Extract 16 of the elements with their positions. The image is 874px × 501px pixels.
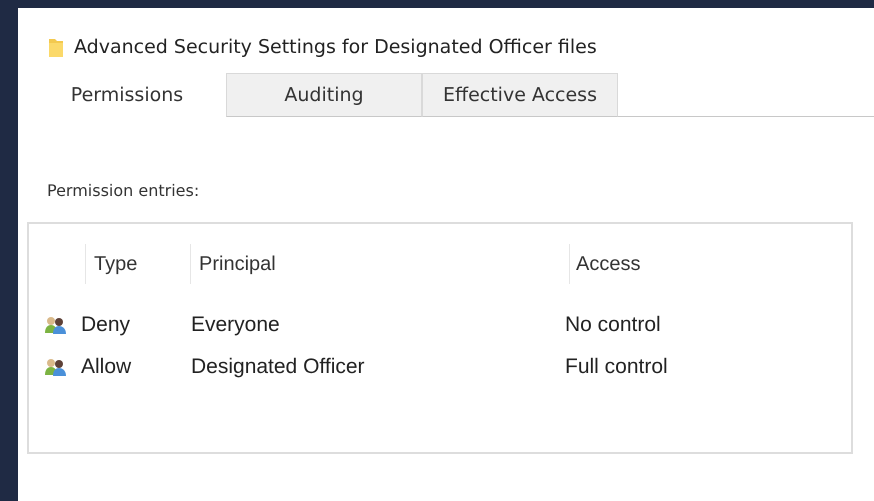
column-header[interactable]: Principal	[190, 244, 569, 284]
section-label: Permission entries:	[47, 181, 200, 200]
column-header[interactable]: Type	[85, 244, 190, 284]
users-icon	[45, 358, 67, 376]
window-title: Advanced Security Settings for Designated Officer files	[74, 36, 597, 58]
table-cell: No control	[565, 313, 661, 337]
table-cell-text: Deny	[81, 313, 132, 337]
tab[interactable]: Auditing	[226, 73, 422, 117]
tab[interactable]: Effective Access	[422, 73, 618, 117]
table-cell-text: Designated Officer	[191, 355, 366, 379]
table-cell-text: Everyone	[191, 313, 281, 337]
table-cell-text: Allow	[81, 355, 132, 379]
folder-icon	[48, 36, 64, 58]
table-cell: Full control	[565, 355, 668, 379]
column-header[interactable]: Access	[569, 244, 640, 284]
users-icon	[45, 316, 67, 334]
